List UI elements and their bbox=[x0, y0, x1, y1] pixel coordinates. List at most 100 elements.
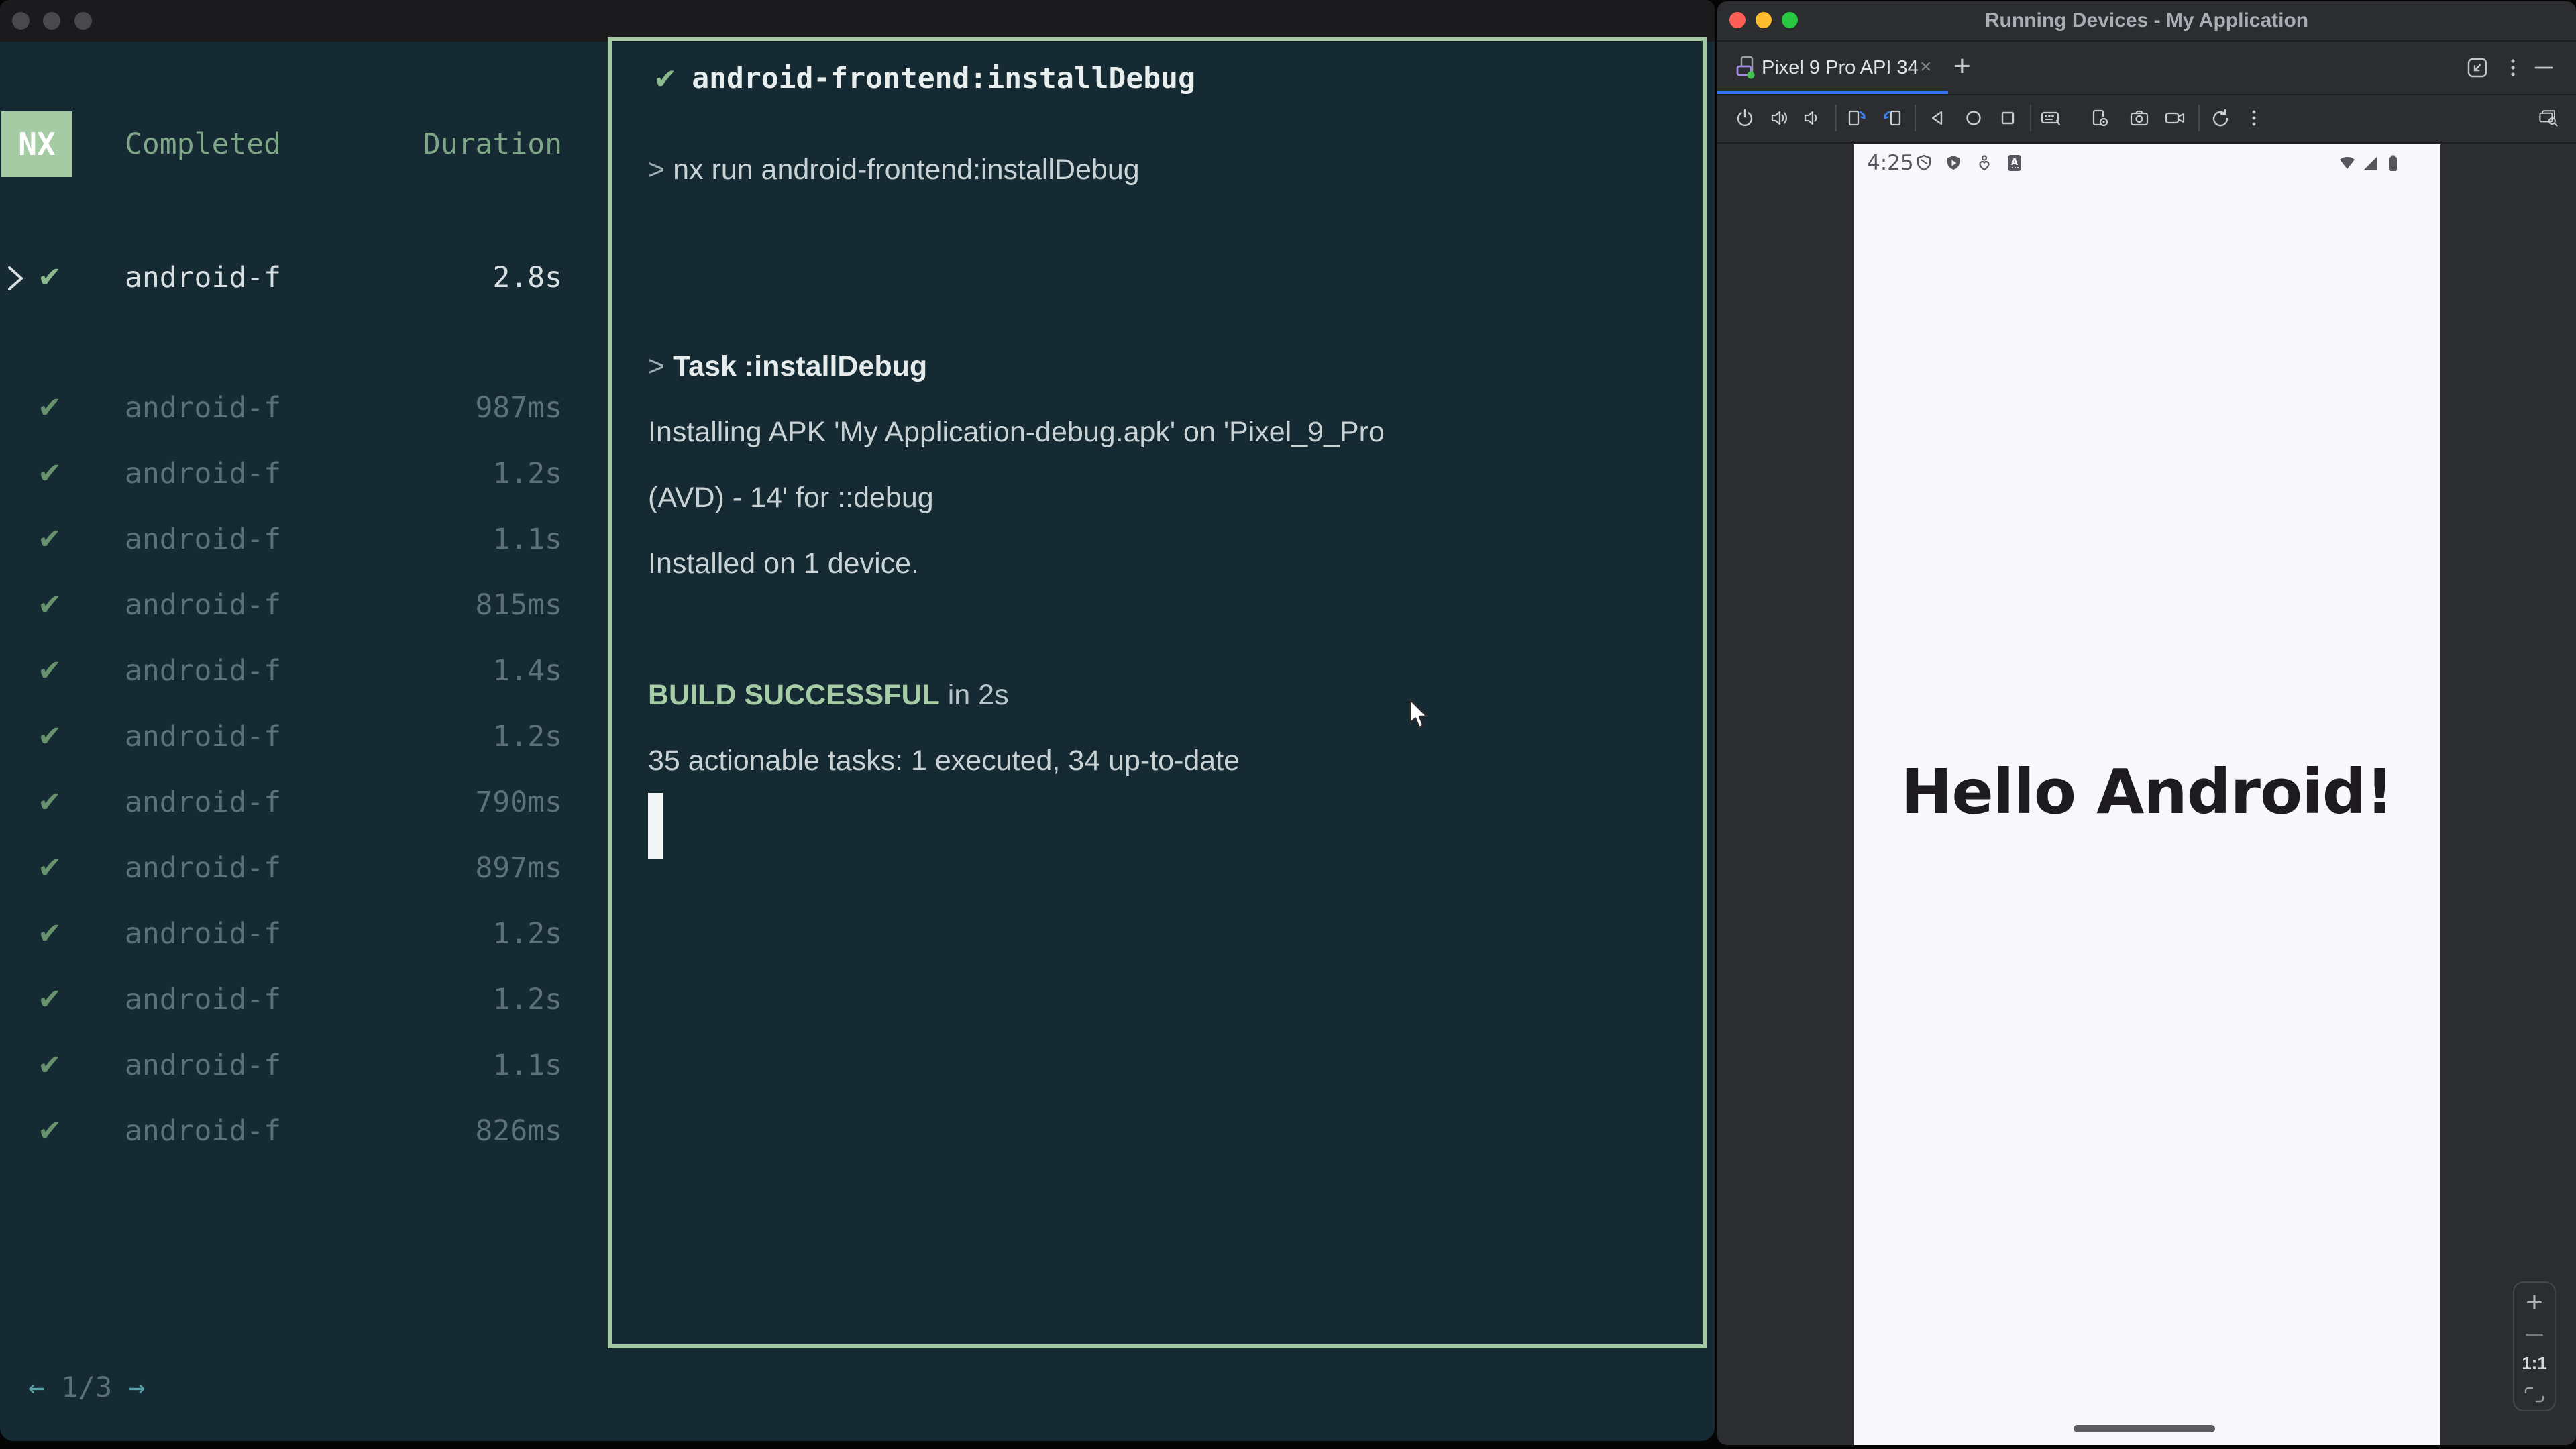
more-options-icon[interactable] bbox=[2500, 54, 2526, 81]
task-duration: 1.1s bbox=[492, 1049, 562, 1082]
task-duration: 1.2s bbox=[492, 983, 562, 1016]
adb-icon: A bbox=[2008, 155, 2021, 171]
task-duration: 1.1s bbox=[492, 523, 562, 556]
toolbar-separator bbox=[2198, 105, 2200, 131]
volume-up-icon[interactable] bbox=[1767, 106, 1791, 130]
tab-pixel-9-pro[interactable]: Pixel 9 Pro API 34 × bbox=[1717, 42, 1948, 94]
actual-size-button[interactable]: 1:1 bbox=[2522, 1353, 2547, 1374]
task-duration: 897ms bbox=[475, 851, 562, 885]
mouse-cursor bbox=[1409, 698, 1428, 729]
screenshot-icon[interactable] bbox=[2127, 106, 2151, 130]
svg-text:A: A bbox=[2011, 158, 2018, 168]
task-summary-line: 35 actionable tasks: 1 executed, 34 up-t… bbox=[648, 745, 1240, 777]
toolbar-separator bbox=[2030, 105, 2031, 131]
task-duration: 987ms bbox=[475, 391, 562, 425]
command-text: nx run android-frontend:installDebug bbox=[673, 154, 1140, 186]
task-output-panel: > nx run android-frontend:installDebug >… bbox=[608, 37, 1707, 1348]
prompt-glyph: > bbox=[648, 154, 665, 186]
zoom-controls: + 1:1 bbox=[2513, 1281, 2556, 1411]
task-duration: 2.8s bbox=[492, 261, 562, 294]
shield-icon bbox=[1917, 154, 1931, 171]
gradle-task-name: Task :installDebug bbox=[673, 350, 928, 382]
device-settings-icon[interactable] bbox=[2087, 106, 2111, 130]
terminal-titlebar[interactable] bbox=[0, 0, 1715, 42]
rotate-left-icon[interactable] bbox=[1880, 106, 1904, 130]
volume-down-icon[interactable] bbox=[1799, 106, 1823, 130]
studio-titlebar[interactable]: Running Devices - My Application bbox=[1717, 1, 2576, 42]
task-duration: 1.2s bbox=[492, 917, 562, 951]
task-output-header: ✔ android-frontend:installDebug bbox=[635, 61, 1214, 96]
prev-page-arrow-icon[interactable]: ← bbox=[28, 1371, 45, 1403]
window-title: Running Devices - My Application bbox=[1984, 9, 2309, 32]
wellbeing-icon bbox=[1979, 155, 1990, 171]
task-row[interactable]: ✔ android-f 1.1s bbox=[0, 1049, 604, 1082]
zoom-in-button[interactable]: + bbox=[2526, 1288, 2543, 1318]
terminal-window: NX Completed Duration ✔ android-f 2.8s ✔… bbox=[0, 0, 1715, 1441]
prompt-glyph: > bbox=[648, 350, 665, 382]
home-icon[interactable] bbox=[1962, 106, 1986, 130]
maximize-window-icon[interactable] bbox=[74, 12, 92, 30]
power-icon[interactable] bbox=[1733, 106, 1757, 130]
task-row[interactable]: ✔ android-f 1.2s bbox=[0, 720, 604, 753]
task-row[interactable]: ✔ android-f 1.4s bbox=[0, 654, 604, 688]
task-duration: 1.2s bbox=[492, 457, 562, 490]
restart-icon[interactable] bbox=[2208, 106, 2232, 130]
tab-label: Pixel 9 Pro API 34 bbox=[1762, 57, 1919, 78]
command-line: > nx run android-frontend:installDebug bbox=[648, 153, 1140, 186]
build-status-line: BUILD SUCCESSFUL in 2s bbox=[648, 678, 1009, 712]
minimize-window-icon[interactable] bbox=[43, 12, 60, 30]
zoom-inspect-icon[interactable] bbox=[2536, 106, 2561, 130]
running-device-icon bbox=[1736, 56, 1755, 79]
next-page-arrow-icon[interactable]: → bbox=[128, 1371, 145, 1403]
task-output-title: android-frontend:installDebug bbox=[692, 62, 1195, 95]
more-options-icon[interactable] bbox=[2242, 106, 2266, 130]
navigation-handle[interactable] bbox=[2074, 1425, 2215, 1432]
dock-panel-icon[interactable] bbox=[2464, 54, 2491, 81]
task-row[interactable]: ✔ android-f 987ms bbox=[0, 391, 604, 425]
device-screen[interactable]: 4:25 A Hello Android! bbox=[1854, 144, 2440, 1445]
desktop: NX Completed Duration ✔ android-f 2.8s ✔… bbox=[0, 0, 2576, 1449]
device-clock: 4:25 bbox=[1867, 151, 1914, 175]
task-row[interactable]: ✔ android-f 790ms bbox=[0, 786, 604, 819]
zoom-out-button[interactable] bbox=[2526, 1333, 2543, 1336]
task-row[interactable]: ✔ android-f 826ms bbox=[0, 1114, 604, 1148]
task-row[interactable]: ✔ android-f 1.2s bbox=[0, 917, 604, 951]
overview-icon[interactable] bbox=[1996, 106, 2020, 130]
device-status-bar: 4:25 A bbox=[1854, 148, 2440, 178]
emulator-toolbar bbox=[1717, 95, 2576, 144]
new-tab-button[interactable]: + bbox=[1953, 42, 1971, 94]
wifi-icon bbox=[2340, 157, 2355, 169]
task-row[interactable]: ✔ android-f 1.1s bbox=[0, 523, 604, 556]
device-tab-bar: Pixel 9 Pro API 34 × + bbox=[1717, 42, 2576, 95]
terminal-cursor bbox=[648, 793, 663, 859]
task-row[interactable]: ✔ android-f 815ms bbox=[0, 588, 604, 622]
hello-android-text: Hello Android! bbox=[1900, 756, 2394, 828]
installed-log-line: Installed on 1 device. bbox=[648, 547, 919, 580]
pagination: ← 1/3 → bbox=[28, 1371, 145, 1403]
task-duration: 815ms bbox=[475, 588, 562, 622]
close-window-icon[interactable] bbox=[12, 12, 30, 30]
virtual-keyboard-icon[interactable] bbox=[2039, 106, 2063, 130]
play-protect-shield-icon bbox=[1947, 156, 1960, 170]
battery-icon bbox=[2389, 155, 2397, 171]
task-duration: 1.4s bbox=[492, 654, 562, 688]
install-log-line: (AVD) - 14' for ::debug bbox=[648, 482, 934, 514]
column-header-duration: Duration bbox=[423, 127, 562, 161]
back-icon[interactable] bbox=[1925, 106, 1949, 130]
hide-panel-icon[interactable] bbox=[2530, 54, 2557, 81]
close-tab-icon[interactable]: × bbox=[1920, 42, 1932, 94]
task-row[interactable]: ✔ android-f 1.2s bbox=[0, 983, 604, 1016]
rotate-right-icon[interactable] bbox=[1845, 106, 1869, 130]
task-row[interactable]: ✔ android-f 897ms bbox=[0, 851, 604, 885]
fit-to-window-icon[interactable] bbox=[2524, 1386, 2545, 1403]
screen-record-icon[interactable] bbox=[2163, 106, 2187, 130]
toolbar-separator bbox=[1835, 105, 1837, 131]
signal-icon bbox=[2364, 156, 2377, 170]
build-successful-text: BUILD SUCCESSFUL bbox=[648, 679, 940, 711]
install-log-line: Installing APK 'My Application-debug.apk… bbox=[648, 416, 1385, 448]
task-row[interactable]: ✔ android-f 1.2s bbox=[0, 457, 604, 490]
task-row-selected[interactable]: ✔ android-f 2.8s bbox=[0, 261, 604, 294]
check-icon: ✔ bbox=[653, 62, 678, 95]
task-duration: 826ms bbox=[475, 1114, 562, 1148]
active-tab-indicator bbox=[1717, 91, 1948, 94]
